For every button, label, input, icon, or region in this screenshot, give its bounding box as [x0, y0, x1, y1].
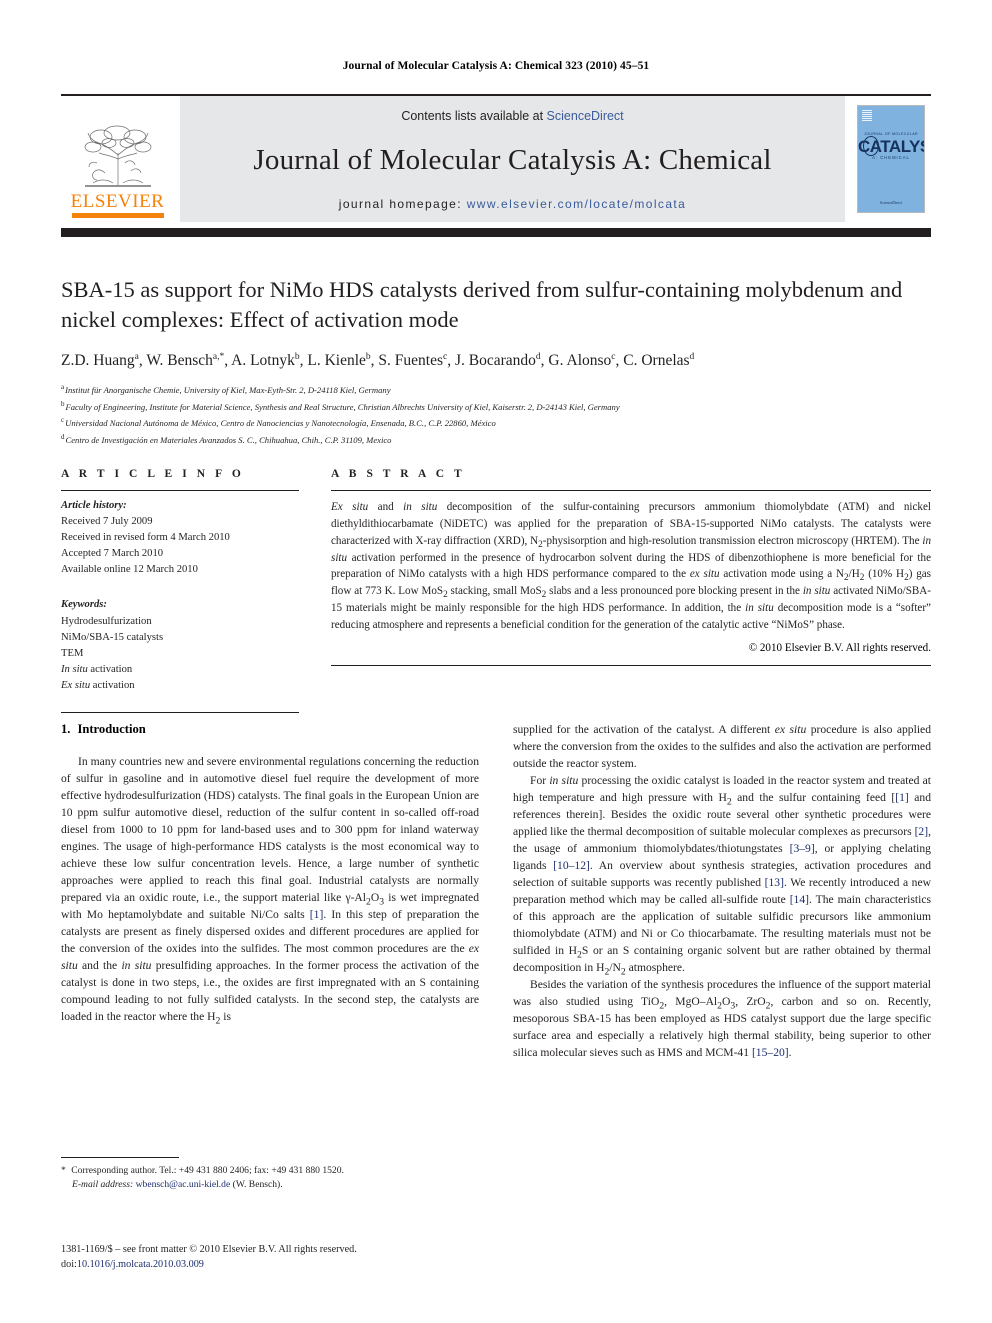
body-paragraph: For in situ processing the oxidic cataly…	[513, 773, 932, 978]
abstract-heading: A B S T R A C T	[331, 468, 466, 480]
doi-label: doi:	[61, 1259, 77, 1271]
article-history-items: Received 7 July 2009 Received in revised …	[61, 514, 299, 578]
email-line: E-mail address: wbensch@ac.uni-kiel.de (…	[61, 1178, 479, 1192]
elsevier-wordmark: ELSEVIER	[70, 191, 165, 212]
article-history-item: Available online 12 March 2010	[61, 564, 198, 576]
section-number: 1.	[61, 722, 71, 736]
keyword-items: Hydrodesulfurization NiMo/SBA-15 catalyst…	[61, 614, 299, 694]
affiliation-item-d: dCentro de Investigación en Materiales A…	[61, 432, 392, 445]
contents-available-line: Contents lists available at ScienceDirec…	[401, 109, 623, 123]
journal-masthead: ELSEVIER Contents lists available at Sci…	[61, 94, 931, 222]
body-paragraph: Besides the variation of the synthesis p…	[513, 977, 931, 1059]
journal-title: Journal of Molecular Catalysis A: Chemic…	[253, 143, 772, 176]
affiliation-item-a: aInstitut für Anorganische Chemie, Unive…	[61, 382, 391, 395]
journal-article-page: Journal of Molecular Catalysis A: Chemic…	[0, 0, 992, 1323]
article-info-rule	[61, 490, 299, 491]
article-info-column: A R T I C L E I N F O Article history: R…	[61, 468, 299, 714]
email-link[interactable]: wbensch@ac.uni-kiel.de	[136, 1179, 231, 1190]
affiliation-marker: b	[61, 399, 65, 408]
email-label: E-mail address:	[72, 1179, 134, 1191]
abstract-column: A B S T R A C T Ex situ and in situ deco…	[331, 468, 931, 713]
abstract-rule	[331, 490, 931, 491]
elsevier-bar	[71, 213, 164, 218]
corresponding-author-line: * Corresponding author. Tel.: +49 431 88…	[61, 1165, 344, 1176]
right-column-paragraphs: supplied for the activation of the catal…	[513, 722, 931, 1062]
cover-footer-label: ScienceDirect	[879, 200, 903, 205]
body-paragraph: In many countries new and severe environ…	[61, 755, 480, 1027]
running-head: Journal of Molecular Catalysis A: Chemic…	[342, 60, 650, 72]
elsevier-tree-icon	[84, 125, 151, 187]
section-heading-introduction: 1. Introduction	[61, 722, 479, 737]
affiliation-list: aInstitut für Anorganische Chemie, Unive…	[61, 381, 931, 448]
body-paragraph: supplied for the activation of the catal…	[513, 723, 931, 770]
cover-art: JOURNAL OF MOLECULAR CATALYSIS A: CHEMIC…	[857, 105, 925, 213]
keyword-item: Hydrodesulfurization	[61, 615, 152, 627]
abstract-text: Ex situ and in situ decomposition of the…	[331, 501, 931, 632]
masthead-divider	[61, 228, 931, 237]
keyword-item: In situ activation	[61, 663, 133, 675]
keyword-item: NiMo/SBA-15 catalysts	[61, 631, 164, 643]
affiliation-marker: c	[61, 416, 65, 425]
left-column-paragraphs: In many countries new and severe environ…	[61, 754, 479, 1026]
corresponding-author-footnote: * Corresponding author. Tel.: +49 431 88…	[61, 1157, 479, 1193]
email-owner: (W. Bensch).	[232, 1179, 283, 1191]
cover-sub-label: A: CHEMICAL	[872, 155, 910, 160]
article-info-heading: A R T I C L E I N F O	[61, 468, 245, 480]
affiliation-marker: a	[61, 382, 65, 391]
title-block: SBA-15 as support for NiMo HDS catalysts…	[61, 275, 931, 448]
article-history: Article history: Received 7 July 2009 Rec…	[61, 498, 299, 578]
article-history-item: Received 7 July 2009	[61, 516, 153, 528]
keyword-item: TEM	[61, 647, 84, 659]
keyword-item: Ex situ activation	[61, 679, 135, 691]
cover-main-label: CATALYSIS	[858, 137, 924, 156]
keywords-label: Keywords:	[61, 599, 107, 611]
cover-top-label: JOURNAL OF MOLECULAR	[864, 132, 918, 136]
doi-link[interactable]: 10.1016/j.molcata.2010.03.009	[77, 1259, 204, 1270]
footnote-rule	[61, 1157, 179, 1158]
sciencedirect-link[interactable]: ScienceDirect	[547, 109, 624, 123]
abstract-bottom-rule	[331, 664, 931, 666]
homepage-url-link[interactable]: www.elsevier.com/locate/molcata	[467, 197, 686, 211]
body-column-right: supplied for the activation of the catal…	[513, 722, 931, 1062]
abstract-copyright: © 2010 Elsevier B.V. All rights reserved…	[748, 641, 931, 654]
journal-homepage-line: journal homepage: www.elsevier.com/locat…	[339, 197, 686, 211]
masthead-center: Contents lists available at ScienceDirec…	[180, 96, 845, 222]
section-title: Introduction	[77, 722, 146, 736]
homepage-prefix: journal homepage:	[338, 197, 467, 211]
author-list: Z.D. Huanga, W. Benscha,*, A. Lotnykb, L…	[61, 351, 695, 369]
affiliation-marker: d	[61, 432, 65, 441]
contents-prefix: Contents lists available at	[401, 109, 547, 123]
imprint-block: 1381-1169/$ – see front matter © 2010 El…	[61, 1242, 501, 1272]
article-history-item: Accepted 7 March 2010	[61, 548, 164, 560]
cover-mini-icon	[862, 110, 872, 122]
issn-copyright-line: 1381-1169/$ – see front matter © 2010 El…	[61, 1244, 357, 1255]
article-title: SBA-15 as support for NiMo HDS catalysts…	[61, 277, 903, 332]
article-history-item: Received in revised form 4 March 2010	[61, 532, 230, 544]
article-history-label: Article history:	[61, 500, 127, 511]
affiliation-item-b: bFaculty of Engineering, Institute for M…	[61, 399, 620, 412]
keywords-block: Keywords: Hydrodesulfurization NiMo/SBA-1…	[61, 597, 299, 694]
keywords-rule	[61, 712, 299, 714]
body-columns: 1. Introduction In many countries new and…	[61, 722, 931, 1062]
body-column-left: 1. Introduction In many countries new and…	[61, 722, 479, 1062]
footnote-text: * Corresponding author. Tel.: +49 431 88…	[61, 1164, 479, 1193]
journal-cover-thumbnail[interactable]: JOURNAL OF MOLECULAR CATALYSIS A: CHEMIC…	[851, 96, 931, 222]
info-abstract-region: A R T I C L E I N F O Article history: R…	[61, 468, 931, 714]
elsevier-logo: ELSEVIER	[61, 96, 174, 222]
affiliation-item-c: cUniversidad Nacional Autónoma de México…	[61, 416, 496, 429]
doi-line: doi:10.1016/j.molcata.2010.03.009	[61, 1257, 501, 1272]
